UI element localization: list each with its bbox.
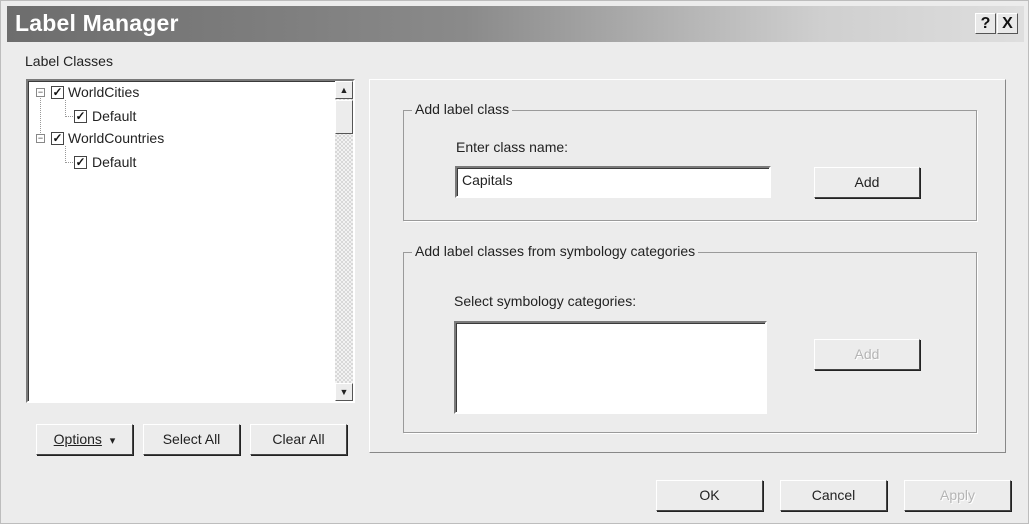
tree-node-worldcountries[interactable]: WorldCountries xyxy=(68,130,164,146)
select-all-button[interactable]: Select All xyxy=(143,424,240,455)
collapse-toggle[interactable]: − xyxy=(36,134,45,143)
scroll-down-arrow-icon[interactable]: ▼ xyxy=(335,383,353,401)
label-class-panel: Add label class Enter class name: Capita… xyxy=(369,79,1006,453)
tree-node-worldcities[interactable]: WorldCities xyxy=(68,84,139,100)
tree-node-worldcountries-default[interactable]: Default xyxy=(92,154,136,170)
dropdown-caret-icon: ▾ xyxy=(109,435,116,447)
tree-connector xyxy=(65,146,66,163)
close-button[interactable]: X xyxy=(997,13,1018,34)
ok-button[interactable]: OK xyxy=(656,480,763,511)
add-class-button[interactable]: Add xyxy=(814,167,920,198)
add-label-class-group: Add label class Enter class name: Capita… xyxy=(403,101,977,221)
tree-node-worldcities-default[interactable]: Default xyxy=(92,108,136,124)
help-button[interactable]: ? xyxy=(975,13,996,34)
worldcities-default-checkbox[interactable]: ✓ xyxy=(74,110,87,123)
add-label-class-legend: Add label class xyxy=(412,101,513,117)
vertical-scrollbar[interactable]: ▲ ▼ xyxy=(335,81,353,401)
select-symbology-categories-label: Select symbology categories: xyxy=(454,293,637,309)
tree-connector xyxy=(65,100,66,117)
apply-button[interactable]: Apply xyxy=(904,480,1011,511)
tree-connector xyxy=(65,116,73,117)
enter-class-name-label: Enter class name: xyxy=(456,139,569,155)
collapse-toggle[interactable]: − xyxy=(36,88,45,97)
clear-all-button[interactable]: Clear All xyxy=(250,424,347,455)
add-symbology-button[interactable]: Add xyxy=(814,339,920,370)
title-bar[interactable]: Label Manager ? X xyxy=(7,6,1024,42)
cancel-button[interactable]: Cancel xyxy=(780,480,887,511)
label-classes-heading: Label Classes xyxy=(25,53,113,69)
worldcountries-default-checkbox[interactable]: ✓ xyxy=(74,156,87,169)
window-title: Label Manager xyxy=(15,10,179,36)
tree-connector xyxy=(65,162,73,163)
symbology-categories-legend: Add label classes from symbology categor… xyxy=(412,243,699,259)
label-classes-tree[interactable]: − ✓ WorldCities ✓ Default − ✓ WorldCount… xyxy=(26,79,355,403)
options-button[interactable]: Options ▾ xyxy=(36,424,133,455)
options-label: Options xyxy=(53,431,102,447)
label-manager-dialog: Label Manager ? X Label Classes − ✓ Worl… xyxy=(0,0,1029,524)
scroll-thumb[interactable] xyxy=(335,100,353,134)
symbology-categories-list[interactable] xyxy=(454,321,767,414)
scroll-up-arrow-icon[interactable]: ▲ xyxy=(335,81,353,99)
class-name-input[interactable]: Capitals xyxy=(455,166,771,198)
tree-connector xyxy=(40,91,41,137)
symbology-categories-group: Add label classes from symbology categor… xyxy=(403,243,977,433)
worldcountries-checkbox[interactable]: ✓ xyxy=(51,132,64,145)
worldcities-checkbox[interactable]: ✓ xyxy=(51,86,64,99)
